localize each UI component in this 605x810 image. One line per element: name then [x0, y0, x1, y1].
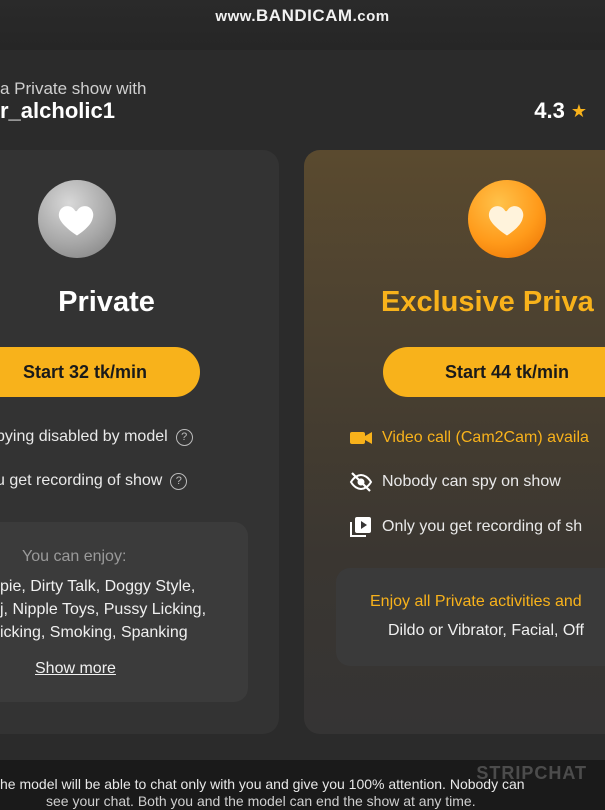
footer-note: he model will be able to chat only with … [0, 776, 525, 792]
feature-no-spy: Nobody can spy on show [348, 471, 561, 493]
enjoy-activities-line: pie, Dirty Talk, Doggy Style, [0, 578, 196, 595]
video-camera-icon [348, 427, 374, 449]
feature-label: Nobody can spy on show [382, 473, 561, 490]
feature-label: u get recording of show [0, 472, 163, 489]
feature-label: pying disabled by model [0, 428, 168, 445]
modal-subtitle: a Private show with [0, 79, 147, 98]
feature-cam2cam: Video call (Cam2Cam) availa [348, 427, 589, 449]
private-card-title: Private [58, 286, 155, 318]
start-exclusive-button[interactable]: Start 44 tk/min [383, 347, 605, 397]
bandicam-watermark: www.BANDICAM.com [215, 6, 390, 25]
feature-label: Only you get recording of sh [382, 518, 583, 535]
eye-off-icon [348, 471, 374, 493]
feature-own-recording: Only you get recording of sh [348, 516, 582, 538]
heart-icon [38, 180, 116, 258]
enjoy-box: You can enjoy: pie, Dirty Talk, Doggy St… [0, 522, 248, 702]
show-more-link[interactable]: Show more [35, 660, 116, 678]
recording-icon [348, 516, 374, 538]
help-icon[interactable]: ? [170, 472, 188, 490]
model-rating: 4.3 ★ [534, 98, 587, 124]
enjoy-box: Enjoy all Private activities and Dildo o… [336, 568, 605, 666]
exclusive-card-title: Exclusive Priva [381, 286, 594, 318]
feature-recording: u get recording of show ? [0, 472, 188, 490]
footer-note-2: see your chat. Both you and the model ca… [46, 793, 476, 809]
enjoy-activities-line: icking, Smoking, Spanking [0, 624, 188, 641]
private-show-card[interactable]: Private Start 32 tk/min pying disabled b… [0, 150, 279, 734]
model-name: r_alcholic1 [0, 98, 115, 123]
star-icon: ★ [570, 100, 587, 121]
feature-label: Video call (Cam2Cam) availa [382, 429, 589, 446]
enjoy-activities-line: j, Nipple Toys, Pussy Licking, [0, 601, 207, 618]
exclusive-private-card[interactable]: Exclusive Priva Start 44 tk/min Video ca… [304, 150, 605, 734]
enjoy-activities-line: Dildo or Vibrator, Facial, Off [388, 622, 584, 639]
help-icon[interactable]: ? [175, 428, 193, 446]
rating-value: 4.3 [534, 98, 565, 123]
heart-icon [468, 180, 546, 258]
enjoy-title: You can enjoy: [22, 548, 127, 565]
enjoy-title: Enjoy all Private activities and [370, 593, 582, 610]
feature-spy-disabled: pying disabled by model ? [0, 428, 193, 446]
start-private-button[interactable]: Start 32 tk/min [0, 347, 200, 397]
